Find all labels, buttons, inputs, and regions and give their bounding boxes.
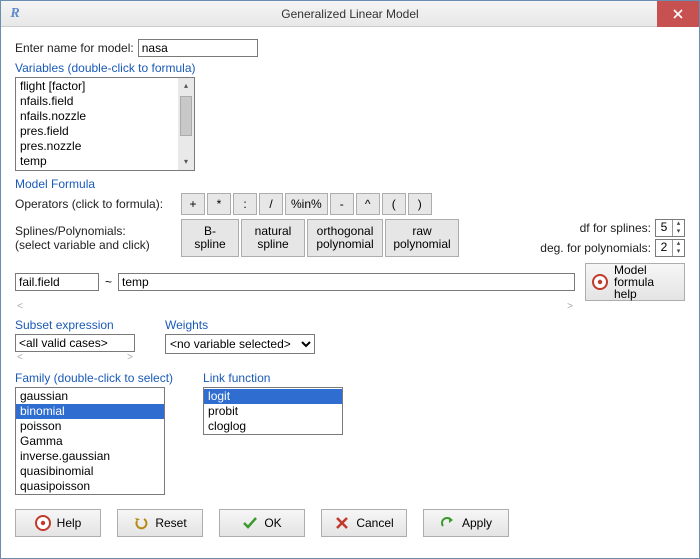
list-item[interactable]: logit: [204, 389, 342, 404]
op-slash-button[interactable]: /: [259, 193, 283, 215]
spin-up-icon[interactable]: ▴: [673, 240, 684, 248]
op-star-button[interactable]: *: [207, 193, 231, 215]
raw-polynomial-button[interactable]: raw polynomial: [385, 219, 459, 257]
op-colon-button[interactable]: :: [233, 193, 257, 215]
deg-poly-value: 2: [656, 240, 672, 256]
scroll-down-icon[interactable]: ▾: [184, 154, 188, 170]
df-splines-value: 5: [656, 220, 672, 236]
list-item[interactable]: gaussian: [16, 389, 164, 404]
reset-button-label: Reset: [155, 516, 186, 530]
natural-spline-button[interactable]: natural spline: [241, 219, 305, 257]
list-item[interactable]: Gamma: [16, 434, 164, 449]
scroll-up-icon[interactable]: ▴: [184, 78, 188, 94]
deg-poly-spinner[interactable]: 2 ▴▾: [655, 239, 685, 257]
list-item[interactable]: inverse.gaussian: [16, 449, 164, 464]
hscroll-right-icon[interactable]: >: [567, 301, 573, 312]
list-item[interactable]: temp: [16, 154, 194, 169]
hscroll-right-icon[interactable]: >: [127, 352, 133, 363]
formula-rhs-input[interactable]: [118, 273, 575, 291]
list-item[interactable]: quasibinomial: [16, 464, 164, 479]
orthogonal-polynomial-button[interactable]: orthogonal polynomial: [307, 219, 383, 257]
list-item[interactable]: pres.field: [16, 124, 194, 139]
op-plus-button[interactable]: +: [181, 193, 205, 215]
variables-listbox[interactable]: flight [factor] nfails.field nfails.nozz…: [15, 77, 195, 171]
splines-label-2: (select variable and click): [15, 238, 175, 252]
list-item[interactable]: nfails.nozzle: [16, 109, 194, 124]
df-splines-spinner[interactable]: 5 ▴▾: [655, 219, 685, 237]
formula-tilde: ~: [99, 275, 118, 289]
bspline-button[interactable]: B-spline: [181, 219, 239, 257]
model-formula-help-label: Model formula help: [614, 264, 678, 300]
help-button-label: Help: [57, 516, 82, 530]
subset-input[interactable]: [15, 334, 135, 352]
list-item[interactable]: flight [factor]: [16, 79, 194, 94]
op-lparen-button[interactable]: (: [382, 193, 406, 215]
model-formula-heading: Model Formula: [15, 177, 685, 191]
scroll-thumb[interactable]: [180, 96, 192, 136]
op-in-button[interactable]: %in%: [285, 193, 328, 215]
deg-poly-label: deg. for polynomials:: [540, 241, 651, 255]
undo-icon: [133, 515, 149, 531]
list-item[interactable]: pres.nozzle: [16, 139, 194, 154]
x-icon: [334, 515, 350, 531]
family-listbox[interactable]: gaussian binomial poisson Gamma inverse.…: [15, 387, 165, 495]
window-title: Generalized Linear Model: [1, 7, 699, 21]
hscroll-left-icon[interactable]: <: [17, 301, 23, 312]
variables-scrollbar[interactable]: ▴ ▾: [178, 78, 194, 170]
subset-heading: Subset expression: [15, 318, 135, 332]
cancel-button-label: Cancel: [356, 516, 393, 530]
weights-heading: Weights: [165, 318, 315, 332]
apply-arrow-icon: [440, 515, 456, 531]
operators-label: Operators (click to formula):: [15, 197, 175, 211]
help-icon: [35, 515, 51, 531]
close-icon: [673, 9, 683, 19]
spin-up-icon[interactable]: ▴: [673, 220, 684, 228]
title-bar: R Generalized Linear Model: [1, 1, 699, 27]
model-name-input[interactable]: [138, 39, 258, 57]
model-name-label: Enter name for model:: [15, 41, 134, 55]
list-item[interactable]: binomial: [16, 404, 164, 419]
link-heading: Link function: [203, 371, 343, 385]
list-item[interactable]: probit: [204, 404, 342, 419]
close-button[interactable]: [657, 1, 699, 27]
check-icon: [242, 515, 258, 531]
apply-button[interactable]: Apply: [423, 509, 509, 537]
model-formula-help-button[interactable]: Model formula help: [585, 263, 685, 301]
ok-button[interactable]: OK: [219, 509, 305, 537]
df-splines-label: df for splines:: [580, 221, 651, 235]
cancel-button[interactable]: Cancel: [321, 509, 407, 537]
list-item[interactable]: cloglog: [204, 419, 342, 434]
splines-label-1: Splines/Polynomials:: [15, 224, 175, 238]
weights-select[interactable]: <no variable selected>: [165, 334, 315, 354]
op-rparen-button[interactable]: ): [408, 193, 432, 215]
op-minus-button[interactable]: -: [330, 193, 354, 215]
formula-lhs-input[interactable]: [15, 273, 99, 291]
list-item[interactable]: poisson: [16, 419, 164, 434]
reset-button[interactable]: Reset: [117, 509, 203, 537]
op-caret-button[interactable]: ^: [356, 193, 380, 215]
apply-button-label: Apply: [462, 516, 492, 530]
variables-heading: Variables (double-click to formula): [15, 61, 685, 75]
spin-down-icon[interactable]: ▾: [673, 248, 684, 256]
spin-down-icon[interactable]: ▾: [673, 228, 684, 236]
hscroll-left-icon[interactable]: <: [17, 352, 23, 363]
list-item[interactable]: quasipoisson: [16, 479, 164, 494]
family-heading: Family (double-click to select): [15, 371, 173, 385]
help-button[interactable]: Help: [15, 509, 101, 537]
list-item[interactable]: nfails.field: [16, 94, 194, 109]
help-icon: [592, 274, 608, 290]
ok-button-label: OK: [264, 516, 281, 530]
link-listbox[interactable]: logit probit cloglog: [203, 387, 343, 435]
